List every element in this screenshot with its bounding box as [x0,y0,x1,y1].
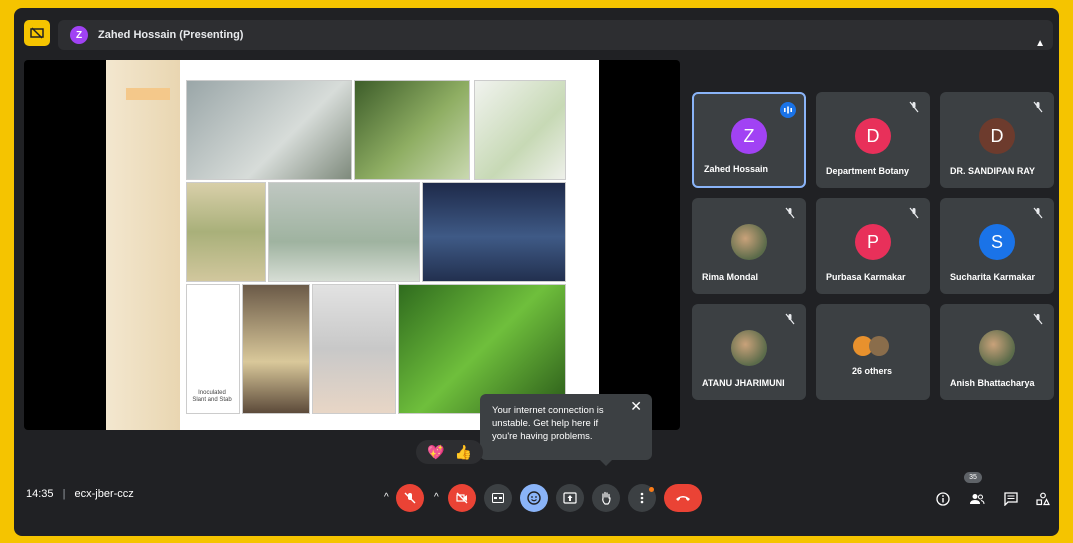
presentation-slide: Inoculated Slant and Stab [106,60,599,430]
tooltip-arrow [600,460,612,466]
participant-tile[interactable]: 26 others [816,304,930,400]
bottom-toolbar: 14:35 | ecx-jber-ccz ^ ^ [14,474,1059,524]
mic-muted-icon [784,206,796,219]
connection-warning-tooltip[interactable]: Your internet connection is unstable. Ge… [480,394,652,466]
participant-name: Anish Bhattacharya [950,378,1035,388]
slide-photo-jars [268,182,420,282]
more-options-button[interactable] [628,484,656,512]
slide-photo-flask [242,284,310,414]
participant-tile[interactable]: Z Zahed Hossain [692,92,806,188]
thumbs-up-reaction-icon[interactable]: 👍 [454,444,471,461]
participant-tile[interactable]: Rima Mondal [692,198,806,294]
slide-caption: Inoculated Slant and Stab [184,390,240,404]
captions-icon [492,493,504,503]
emoji-icon [527,491,541,505]
slide-caption-line1: Inoculated [198,390,226,396]
slide-side-accent [126,88,170,100]
mic-muted-icon [908,100,920,113]
end-call-button[interactable] [664,484,702,512]
phone-hangup-icon [676,496,690,501]
participant-avatar: D [855,118,891,154]
presentation-icon[interactable] [24,20,50,46]
participant-tile[interactable]: D DR. SANDIPAN RAY [940,92,1054,188]
mic-muted-icon [1032,312,1044,325]
hand-icon [602,491,611,505]
reactions-bar: 💖 👍 [416,440,483,464]
presenter-avatar: Z [70,26,88,44]
present-screen-icon [563,492,577,504]
notification-dot [649,487,654,492]
emoji-reaction-button[interactable] [520,484,548,512]
mic-muted-icon [784,312,796,325]
participant-avatar: P [855,224,891,260]
mic-toggle-button[interactable] [396,484,424,512]
mic-muted-icon [1032,100,1044,113]
camera-toggle-button[interactable] [448,484,476,512]
connection-warning-text: Your internet connection is unstable. Ge… [492,405,604,442]
slide-photo-test-tubes [422,182,566,282]
meeting-details-button[interactable] [932,488,954,510]
activities-icon [1036,492,1050,506]
group-avatars [853,330,891,366]
participant-name: Sucharita Karmakar [950,272,1036,282]
raise-hand-button[interactable] [592,484,620,512]
participant-photo-avatar [731,224,767,260]
meeting-info: 14:35 | ecx-jber-ccz [26,488,134,500]
presenter-label: Zahed Hossain (Presenting) [98,29,244,41]
captions-button[interactable] [484,484,512,512]
participant-name: DR. SANDIPAN RAY [950,166,1036,176]
speaking-indicator-icon [780,102,796,118]
slide-photo-hand-tube [312,284,396,414]
participant-tile[interactable]: ATANU JHARIMUNI [692,304,806,400]
slide-photo-plants [354,80,470,180]
participant-tile[interactable]: P Purbasa Karmakar [816,198,930,294]
meeting-time: 14:35 [26,488,54,500]
meet-window: Z Zahed Hossain (Presenting) ▲ Inoculate… [14,8,1059,536]
mic-muted-icon [1032,206,1044,219]
mic-muted-icon [908,206,920,219]
people-icon [970,494,985,505]
participant-tile[interactable]: S Sucharita Karmakar [940,198,1054,294]
camera-off-icon [456,492,468,504]
participant-tile[interactable]: Anish Bhattacharya [940,304,1054,400]
participant-photo-avatar [731,330,767,366]
close-icon[interactable]: ✕ [630,399,642,413]
participant-avatar: D [979,118,1015,154]
participant-name: 26 others [852,366,893,376]
slide-photo-shelves [186,182,266,282]
participant-photo-avatar [979,330,1015,366]
info-icon [936,492,950,506]
participant-name: Zahed Hossain [704,164,769,174]
participant-name: Rima Mondal [702,272,759,282]
presenter-bar: Z Zahed Hossain (Presenting) ▲ [58,20,1053,50]
slide-photo-lab [186,80,352,180]
separator: | [62,488,66,500]
camera-options-chevron-icon[interactable]: ^ [434,492,446,504]
slide-caption-line2: Slant and Stab [192,397,232,403]
participant-name: Department Botany [826,166,910,176]
mouse-cursor-icon: ▲ [1035,38,1045,49]
heart-reaction-icon[interactable]: 💖 [427,444,444,461]
participant-avatar: S [979,224,1015,260]
mic-off-icon [404,492,416,504]
people-button[interactable] [966,488,988,510]
slide-side-strip [106,60,180,430]
mic-options-chevron-icon[interactable]: ^ [384,492,396,504]
activities-button[interactable] [1032,488,1054,510]
participant-name: Purbasa Karmakar [826,272,906,282]
participant-tile[interactable]: D Department Botany [816,92,930,188]
more-vert-icon [640,492,644,504]
present-now-button[interactable] [556,484,584,512]
participant-avatar: Z [731,118,767,154]
chat-button[interactable] [1000,488,1022,510]
chat-icon [1004,492,1018,506]
slide-photo-tube [474,80,566,180]
meeting-code: ecx-jber-ccz [74,488,134,500]
participant-name: ATANU JHARIMUNI [702,378,785,388]
participant-count-badge: 35 [964,472,982,483]
